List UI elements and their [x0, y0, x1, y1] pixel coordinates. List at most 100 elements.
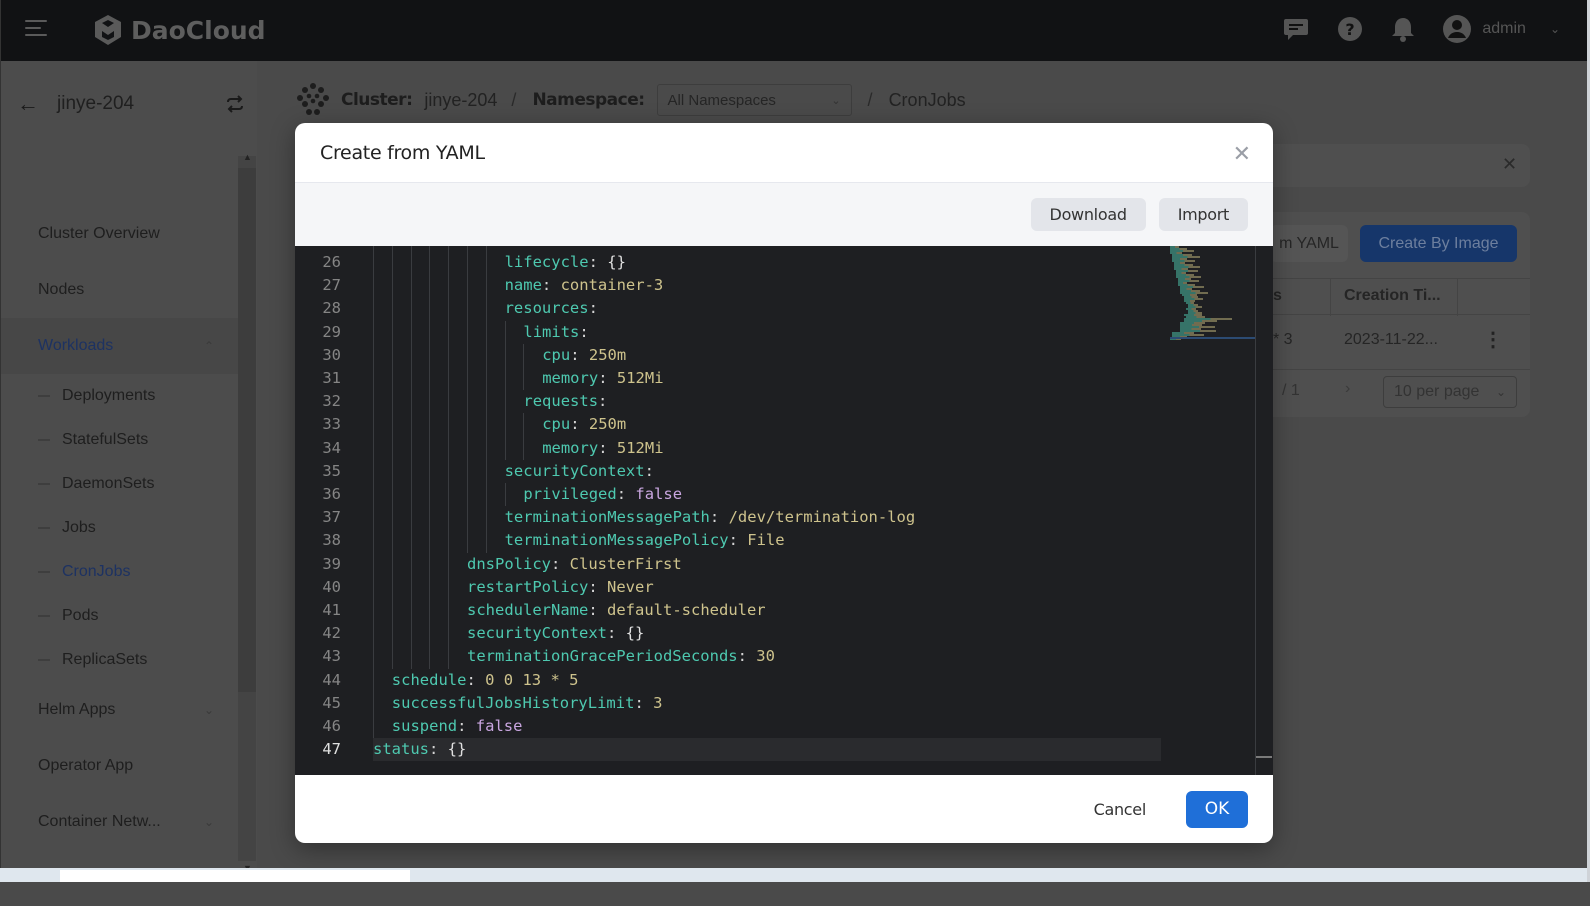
chevron-down-icon: ⌄: [203, 815, 214, 829]
sidebar-item-deployments[interactable]: Deployments: [1, 374, 238, 418]
column-divider: [1457, 279, 1458, 316]
bottom-strip-highlight: [60, 870, 410, 882]
menu-icon[interactable]: [25, 20, 47, 38]
scrollbar-thumb[interactable]: [238, 168, 256, 692]
breadcrumb-separator: /: [867, 89, 873, 110]
cluster-value[interactable]: jinye-204: [424, 90, 497, 111]
code-text: memory: 512Mi: [542, 369, 664, 387]
code-line[interactable]: 30 cpu: 250m: [295, 344, 1161, 367]
sidebar-scrollbar[interactable]: ▲ ▼: [238, 152, 256, 873]
sidebar-item-helm-apps[interactable]: Helm Apps ⌄: [1, 682, 238, 738]
editor-scrollbar[interactable]: [1255, 246, 1256, 775]
line-number: 29: [322, 322, 341, 341]
cluster-name: jinye-204: [57, 93, 135, 114]
import-button[interactable]: Import: [1158, 198, 1248, 231]
daocloud-logo-icon: [95, 15, 121, 45]
code-line[interactable]: 28 resources:: [295, 297, 1161, 320]
per-page-value: 10 per page: [1394, 383, 1480, 400]
code-line[interactable]: 46 suspend: false: [295, 715, 1161, 738]
close-icon[interactable]: ✕: [1233, 141, 1251, 167]
editor-minimap[interactable]: [1170, 246, 1255, 341]
code-line[interactable]: 31 memory: 512Mi: [295, 367, 1161, 390]
code-line[interactable]: 35 securityContext:: [295, 460, 1161, 483]
namespace-select-value: All Namespaces: [667, 91, 776, 109]
download-button[interactable]: Download: [1030, 198, 1146, 231]
code-line[interactable]: 44 schedule: 0 0 13 * 5: [295, 669, 1161, 692]
line-number: 27: [322, 276, 341, 295]
code-text: schedule: 0 0 13 * 5: [391, 670, 579, 689]
top-navbar: DaoCloud ? admin ⌄: [0, 0, 1590, 61]
code-line[interactable]: 45 successfulJobsHistoryLimit: 3: [295, 692, 1161, 715]
column-header-creation-time[interactable]: Creation Ti...: [1344, 287, 1441, 305]
code-line[interactable]: 34 memory: 512Mi: [295, 437, 1161, 460]
code-line[interactable]: 42 securityContext: {}: [295, 622, 1161, 645]
button-label: OK: [1204, 799, 1230, 819]
switch-cluster-icon[interactable]: [225, 95, 245, 113]
line-number: 42: [322, 624, 341, 643]
yaml-editor[interactable]: 26 lifecycle: {} 27 name: container-3 28 reso…: [295, 246, 1273, 775]
bell-icon[interactable]: [1390, 15, 1416, 43]
column-header: s: [1273, 287, 1282, 304]
sidebar-item-statefulsets[interactable]: StatefulSets: [1, 418, 238, 462]
sidebar-item-daemonsets[interactable]: DaemonSets: [1, 462, 238, 506]
code-line[interactable]: 27 name: container-3: [295, 274, 1161, 297]
sidebar-item-nodes[interactable]: Nodes: [1, 262, 238, 318]
code-line[interactable]: 39 dnsPolicy: ClusterFirst: [295, 553, 1161, 576]
minimap-viewport[interactable]: [1170, 337, 1255, 339]
table-row[interactable]: * 3 2023-11-22... ⋮: [1265, 315, 1530, 370]
ok-button[interactable]: OK: [1186, 790, 1248, 828]
sidebar-item-cluster-overview[interactable]: Cluster Overview: [1, 206, 238, 262]
close-banner-icon[interactable]: ✕: [1502, 154, 1517, 175]
create-from-yaml-button[interactable]: m YAML: [1270, 225, 1348, 262]
sidebar-item-pods[interactable]: Pods: [1, 594, 238, 638]
sidebar-item-label: Jobs: [62, 519, 96, 536]
code-line[interactable]: 29 limits:: [295, 321, 1161, 344]
create-by-image-button[interactable]: Create By Image: [1360, 225, 1517, 262]
sidebar-item-replicasets[interactable]: ReplicaSets: [1, 638, 238, 682]
sidebar-item-label: CronJobs: [62, 563, 131, 580]
code-text: resources:: [504, 299, 598, 318]
back-arrow-icon[interactable]: ←: [17, 91, 39, 117]
help-icon[interactable]: ?: [1336, 15, 1364, 43]
code-line[interactable]: 40 restartPolicy: Never: [295, 576, 1161, 599]
code-line[interactable]: 37 terminationMessagePath: /dev/terminati…: [295, 506, 1161, 529]
sidebar-item-label: Operator App: [38, 757, 134, 774]
button-label: Import: [1177, 205, 1230, 224]
next-page-icon[interactable]: ›: [1345, 380, 1350, 398]
sidebar-item-jobs[interactable]: Jobs: [1, 506, 238, 550]
message-icon[interactable]: [1282, 15, 1310, 43]
sidebar-item-container-network[interactable]: Container Netw... ⌄: [1, 794, 238, 850]
code-line[interactable]: 32 requests:: [295, 390, 1161, 413]
line-number: 40: [322, 577, 341, 596]
line-number: 39: [322, 554, 341, 573]
user-menu[interactable]: admin ⌄: [1442, 14, 1560, 44]
code-line[interactable]: 26 lifecycle: {}: [295, 251, 1161, 274]
sidebar-item-cronjobs[interactable]: CronJobs: [1, 550, 238, 594]
code-line[interactable]: 43 terminationGracePeriodSeconds: 30: [295, 645, 1161, 668]
code-line[interactable]: 38 terminationMessagePolicy: File: [295, 529, 1161, 552]
scrollbar-position-marker: [1256, 756, 1272, 758]
code-text: securityContext: {}: [467, 624, 645, 643]
code-line[interactable]: 41 schedulerName: default-scheduler: [295, 599, 1161, 622]
cancel-button[interactable]: Cancel: [1076, 800, 1164, 819]
line-number: 41: [322, 601, 341, 619]
scroll-up-icon[interactable]: ▲: [243, 152, 252, 162]
line-number: 45: [322, 693, 341, 712]
namespace-select[interactable]: All Namespaces ⌄: [656, 84, 852, 116]
chevron-down-icon: ⌄: [831, 94, 841, 107]
sidebar-item-workloads[interactable]: Workloads ⌃: [1, 318, 238, 374]
svg-text:?: ?: [1346, 20, 1355, 39]
code-line[interactable]: 33 cpu: 250m: [295, 413, 1161, 436]
chevron-down-icon: ⌄: [1495, 385, 1506, 399]
brand-logo[interactable]: DaoCloud: [91, 13, 266, 47]
code-line[interactable]: 47 status: {}: [295, 738, 1161, 762]
per-page-select[interactable]: 10 per page ⌄: [1383, 376, 1517, 408]
more-actions-icon[interactable]: ⋮: [1483, 327, 1503, 352]
dash-icon: [38, 439, 50, 441]
line-number: 46: [322, 717, 341, 735]
code-line[interactable]: 36 privileged: false: [295, 483, 1161, 506]
line-number: 30: [322, 345, 341, 364]
dash-icon: [38, 395, 50, 397]
code-text: memory: 512Mi: [542, 438, 664, 457]
sidebar-item-operator-app[interactable]: Operator App: [1, 738, 238, 794]
